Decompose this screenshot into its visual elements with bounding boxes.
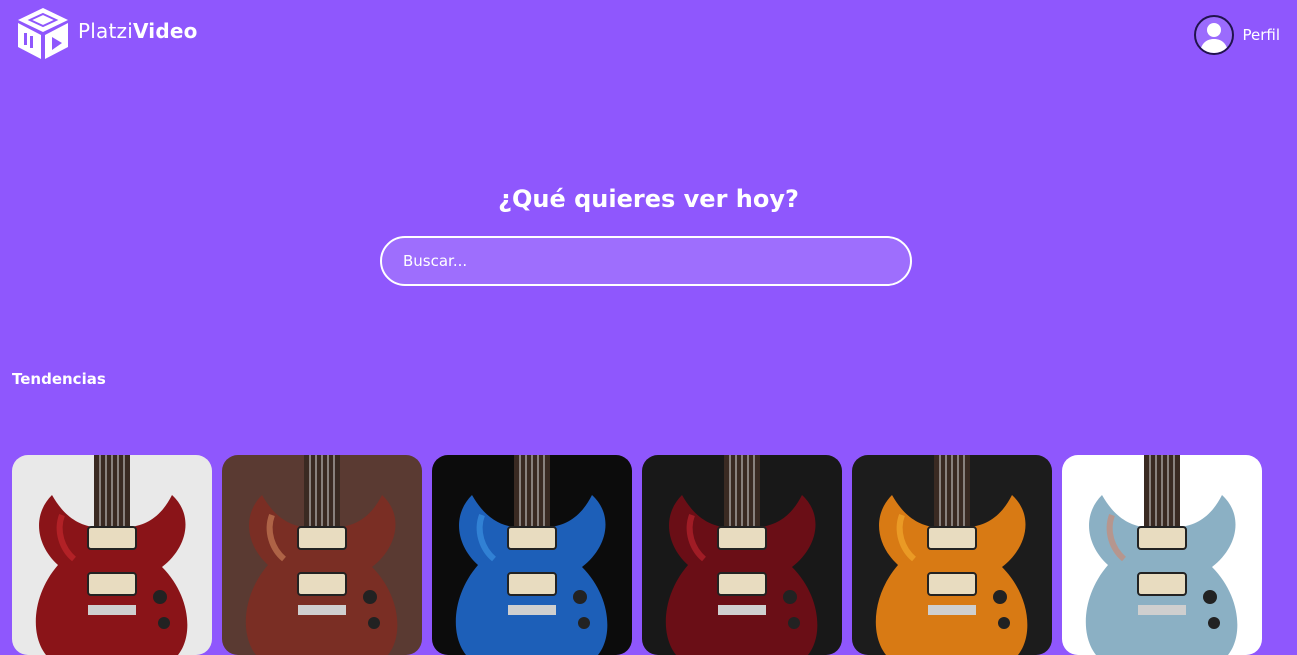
brand-name-bold: Video [132,19,198,43]
carousel-item[interactable] [852,455,1052,655]
page-title: ¿Qué quieres ver hoy? [498,185,799,213]
section-title-trends: Tendencias [12,370,106,388]
guitar-thumbnail [1062,455,1262,655]
user-icon [1200,23,1229,53]
profile-menu[interactable]: Perfil [1194,15,1280,55]
search-input[interactable] [380,236,912,286]
guitar-thumbnail [642,455,842,655]
header: PlatziVideo Perfil [0,0,1297,70]
brand-name: PlatziVideo [78,19,198,43]
logo-cube-icon [18,8,68,59]
profile-label[interactable]: Perfil [1242,26,1280,44]
avatar[interactable] [1194,15,1235,55]
carousel-item[interactable] [642,455,842,655]
guitar-thumbnail [852,455,1052,655]
carousel-item[interactable] [222,455,422,655]
carousel-item[interactable] [12,455,212,655]
guitar-thumbnail [222,455,422,655]
guitar-thumbnail [12,455,212,655]
guitar-thumbnail [432,455,632,655]
carousel-item[interactable] [432,455,632,655]
brand-logo[interactable]: PlatziVideo [16,6,198,60]
brand-name-light: Platzi [78,19,133,43]
carousel-item[interactable] [1062,455,1262,655]
trends-carousel [12,455,1262,655]
